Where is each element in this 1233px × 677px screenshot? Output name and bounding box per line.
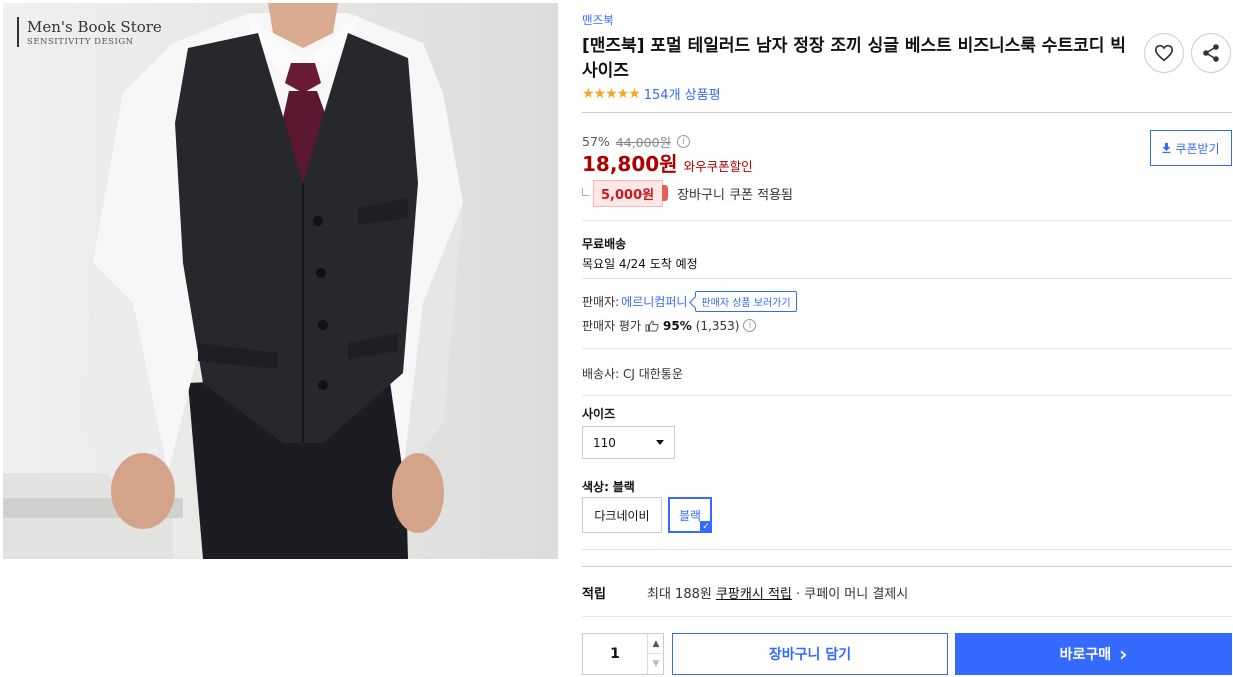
seller-eval-count: (1,353) xyxy=(695,318,740,333)
cart-coupon-row: 5,000원 장바구니 쿠폰 적용됨 xyxy=(582,180,793,207)
courier: 배송사: CJ 대한통운 xyxy=(582,367,683,381)
coupon-download-label: 쿠폰받기 xyxy=(1175,141,1220,156)
quantity-value[interactable]: 1 xyxy=(583,634,647,674)
sale-price-row: 18,800원 와우쿠폰할인 xyxy=(582,148,753,177)
chevron-up-icon[interactable]: ▲ xyxy=(647,634,664,654)
seller-eval-row: 판매자 평가 95% (1,353) i xyxy=(582,317,757,334)
quantity-stepper[interactable]: 1 ▲ ▼ xyxy=(582,633,664,675)
coupang-cash-link[interactable]: 쿠팡캐시 적립 xyxy=(716,587,792,602)
chevron-right-icon: › xyxy=(1119,642,1128,666)
wow-coupon-label: 와우쿠폰할인 xyxy=(683,159,753,174)
product-info-panel: 맨즈북 [맨즈북] 포멀 테일러드 남자 정장 조끼 싱글 베스트 비즈니스룩 … xyxy=(582,0,1232,677)
points-label: 적립 xyxy=(582,587,606,602)
color-option-label: 블랙 xyxy=(678,508,702,523)
points-suffix: · 쿠페이 머니 결제시 xyxy=(791,587,909,602)
size-select[interactable]: 110 xyxy=(582,426,675,459)
download-icon xyxy=(1162,143,1171,153)
seller-name-link[interactable]: 에르니컴퍼니 xyxy=(621,293,687,310)
divider xyxy=(582,112,1232,113)
color-option-darknavy[interactable]: 다크네이비 xyxy=(582,497,662,533)
watermark-title: Men's Book Store xyxy=(27,18,162,36)
divider xyxy=(582,278,1232,279)
color-label-row: 색상: 블랙 xyxy=(582,478,635,495)
buy-now-button[interactable]: 바로구매 › xyxy=(955,633,1232,675)
watermark: Men's Book Store SENSITIVITY DESIGN xyxy=(17,17,162,47)
brand-link[interactable]: 맨즈북 xyxy=(582,12,614,28)
shipping-label: 무료배송 xyxy=(582,237,627,251)
info-icon[interactable]: i xyxy=(677,135,691,148)
cart-coupon-text: 장바구니 쿠폰 적용됨 xyxy=(677,188,793,203)
points-text: 최대 188원 쿠팡캐시 적립 · 쿠페이 머니 결제시 xyxy=(647,583,908,602)
divider xyxy=(582,395,1232,396)
product-photo xyxy=(3,3,558,559)
color-label: 색상: xyxy=(582,480,609,494)
star-rating-icon: ★★★★★ xyxy=(582,85,641,102)
product-image[interactable]: Men's Book Store SENSITIVITY DESIGN xyxy=(3,3,558,559)
divider xyxy=(582,616,1232,617)
coupon-download-button[interactable]: 쿠폰받기 xyxy=(1150,130,1232,166)
review-count-link[interactable]: 154개 상품평 xyxy=(644,84,721,103)
seller-eval-percent: 95% xyxy=(663,318,692,333)
buy-now-label: 바로구매 xyxy=(1059,647,1112,663)
share-icon xyxy=(1203,44,1219,62)
corner-icon xyxy=(582,187,589,196)
discount-rate: 57% xyxy=(582,134,610,149)
product-title: [맨즈북] 포멀 테일러드 남자 정장 조끼 싱글 베스트 비즈니스룩 수트코디… xyxy=(582,36,1126,81)
color-selected-value: 블랙 xyxy=(612,480,635,494)
share-button[interactable] xyxy=(1191,33,1231,73)
divider xyxy=(582,549,1232,550)
divider xyxy=(582,220,1232,221)
info-icon[interactable]: i xyxy=(743,319,757,332)
thumbs-up-icon xyxy=(645,319,659,331)
cart-coupon-badge: 5,000원 xyxy=(593,180,669,207)
seller-products-tooltip[interactable]: 판매자 상품 보러가기 xyxy=(695,291,797,312)
size-label: 사이즈 xyxy=(582,407,616,421)
chevron-down-icon xyxy=(656,440,664,445)
wishlist-button[interactable] xyxy=(1144,33,1184,73)
points-prefix: 최대 188원 xyxy=(647,587,716,602)
heart-icon xyxy=(1154,44,1174,62)
arrival-date: 목요일 4/24 도착 예정 xyxy=(582,257,698,271)
chevron-down-icon[interactable]: ▼ xyxy=(647,654,664,674)
watermark-subtitle: SENSITIVITY DESIGN xyxy=(27,37,134,47)
seller-label: 판매자: xyxy=(582,295,620,309)
check-icon: ✓ xyxy=(700,521,712,533)
add-to-cart-button[interactable]: 장바구니 담기 xyxy=(672,633,948,675)
seller-eval-label: 판매자 평가 xyxy=(582,319,642,333)
rating: ★★★★★ 154개 상품평 xyxy=(582,84,721,104)
divider xyxy=(582,348,1232,349)
divider xyxy=(582,566,1232,567)
size-selected-value: 110 xyxy=(593,435,616,450)
color-option-black[interactable]: 블랙 ✓ xyxy=(668,497,712,533)
sale-price: 18,800원 xyxy=(582,152,678,176)
seller-row: 판매자: 에르니컴퍼니 판매자 상품 보러가기 xyxy=(582,291,797,312)
